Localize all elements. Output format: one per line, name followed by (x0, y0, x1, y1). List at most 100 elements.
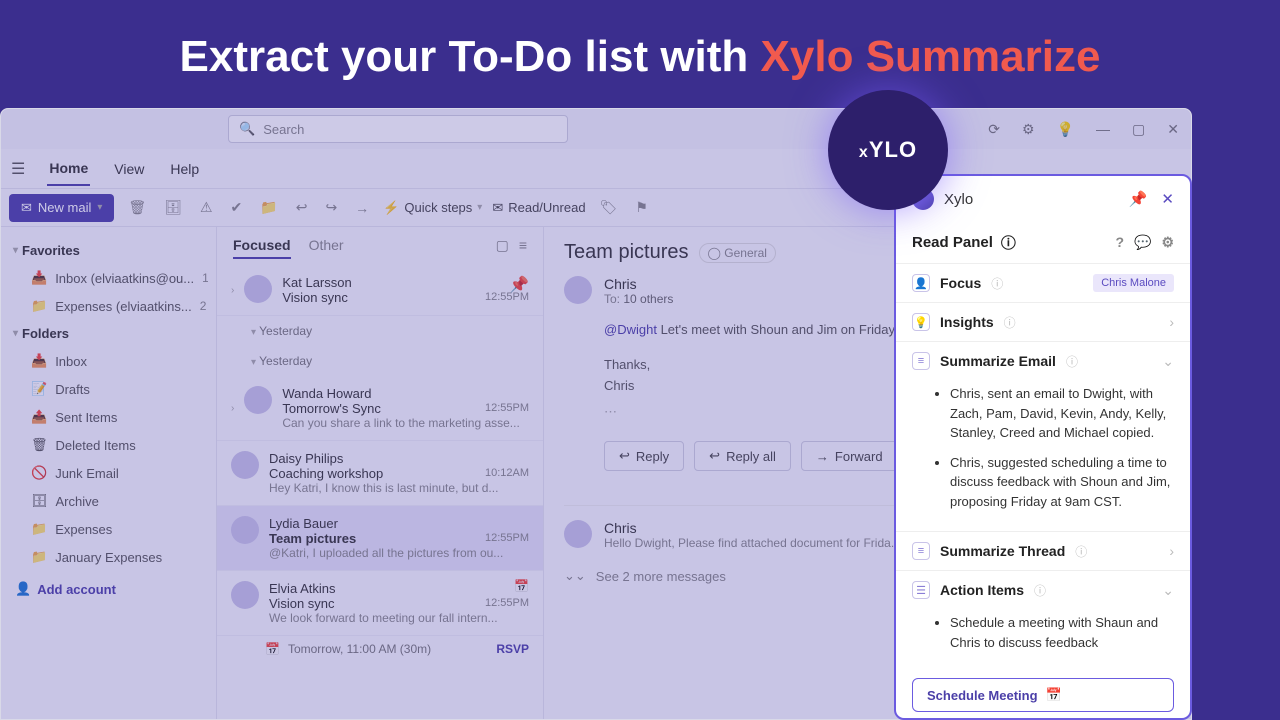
message-item-selected[interactable]: Lydia BauerTeam pictures@Katri, I upload… (217, 506, 543, 571)
forward-arrow-icon: → (816, 449, 829, 464)
focus-row[interactable]: 👤 Focusⓘ Chris Malone (896, 263, 1190, 302)
summarize-email-row[interactable]: ≡ Summarize Emailⓘ ⌄ (896, 341, 1190, 380)
reply-button[interactable]: ↩Reply (604, 441, 684, 471)
tab-other[interactable]: Other (309, 237, 344, 259)
message-item[interactable]: Elvia AtkinsVision syncWe look forward t… (217, 571, 543, 636)
folder-sidebar: ▾Favorites 📥Inbox (elviaatkins@ou...11 📁… (1, 227, 216, 719)
sidebar-item-archive[interactable]: 🗄Archive (9, 487, 208, 515)
new-mail-button[interactable]: ✉ New mail ▾ (9, 194, 114, 222)
message-item[interactable]: Daisy PhilipsCoaching workshopHey Katri,… (217, 441, 543, 506)
feedback-icon[interactable]: 💬 (1134, 234, 1151, 251)
avatar (231, 451, 259, 479)
chevron-down-icon: ⌄ (1162, 582, 1174, 599)
avatar (244, 275, 272, 303)
bolt-icon: ⚡ (383, 200, 399, 216)
close-icon[interactable]: ✕ (1167, 121, 1179, 138)
focus-person-chip[interactable]: Chris Malone (1093, 274, 1174, 292)
tab-view[interactable]: View (112, 153, 146, 185)
xylo-logo-badge: xYLO (828, 90, 948, 210)
sweep-icon[interactable]: ✔ (227, 199, 247, 216)
sync-icon[interactable]: ⟳ (988, 121, 1000, 138)
list-icon: ☰ (912, 581, 930, 599)
action-items-content: Schedule a meeting with Shaun and Chris … (896, 609, 1190, 672)
sidebar-item-inbox[interactable]: 📥Inbox (9, 347, 208, 375)
tab-home[interactable]: Home (47, 152, 90, 186)
reply-arrow-icon: ↩ (619, 448, 630, 464)
chevron-right-icon: › (1169, 314, 1174, 330)
folders-section[interactable]: ▾Folders (9, 320, 208, 347)
rsvp-row: 📅 Tomorrow, 11:00 AM (30m) RSVP (217, 636, 543, 666)
category-tag[interactable]: ◯ General (699, 243, 776, 263)
settings-icon[interactable]: ⚙ (1022, 121, 1035, 138)
avatar (231, 516, 259, 544)
report-icon[interactable]: ⚠ (196, 199, 217, 216)
message-item[interactable]: › Wanda HowardTomorrow's SyncCan you sha… (217, 376, 543, 441)
filter-icon[interactable]: ≡ (519, 237, 527, 259)
person-add-icon: 👤 (15, 581, 31, 597)
add-account-button[interactable]: 👤Add account (9, 571, 208, 607)
sidebar-item-january[interactable]: 📁January Expenses (9, 543, 208, 571)
reply-all-arrow-icon: ↩ (709, 448, 720, 464)
sidebar-item-sent[interactable]: 📤Sent Items (9, 403, 208, 431)
thread-icon: ≡ (912, 542, 930, 560)
titlebar: 🔍 Search ⟳ ⚙ 💡 — ▢ ✕ (1, 109, 1191, 149)
reply-all-button[interactable]: ↩Reply all (694, 441, 791, 471)
summary-content: Chris, sent an email to Dwight, with Zac… (896, 380, 1190, 531)
reply-all-icon[interactable]: ↪ (321, 199, 341, 216)
avatar (244, 386, 272, 414)
avatar (564, 276, 592, 304)
read-panel-title: Read Panel (912, 234, 993, 251)
panel-brand: Xylo (944, 191, 973, 208)
tips-icon[interactable]: 💡 (1057, 121, 1074, 138)
minimize-icon[interactable]: — (1096, 121, 1110, 138)
summary-icon: ≡ (912, 352, 930, 370)
insights-row[interactable]: 💡 Insightsⓘ › (896, 302, 1190, 341)
search-input[interactable]: 🔍 Search (228, 115, 568, 143)
forward-icon[interactable]: → (351, 200, 373, 216)
action-items-row[interactable]: ☰ Action Itemsⓘ ⌄ (896, 570, 1190, 609)
maximize-icon[interactable]: ▢ (1132, 121, 1145, 138)
move-icon[interactable]: 📁 (256, 199, 281, 216)
sidebar-item-inbox-fav[interactable]: 📥Inbox (elviaatkins@ou...11 (9, 264, 208, 292)
calendar-icon: 📅 (1046, 687, 1062, 703)
reply-icon[interactable]: ↩ (292, 199, 312, 216)
search-icon: 🔍 (239, 121, 255, 137)
schedule-meeting-button[interactable]: Schedule Meeting 📅 (912, 678, 1174, 712)
gear-icon[interactable]: ⚙ (1161, 234, 1174, 251)
bulb-icon: 💡 (912, 313, 930, 331)
sidebar-item-junk[interactable]: 🚫Junk Email (9, 459, 208, 487)
forward-button[interactable]: →Forward (801, 441, 898, 471)
sidebar-item-expenses-fav[interactable]: 📁Expenses (elviaatkins...2 (9, 292, 208, 320)
day-separator: ▾ Yesterday (217, 316, 543, 346)
tab-help[interactable]: Help (168, 153, 201, 185)
select-icon[interactable]: ▢ (496, 237, 509, 259)
tab-focused[interactable]: Focused (233, 237, 291, 259)
message-item[interactable]: › Kat LarssonVision sync 📌 12:55PM (217, 265, 543, 316)
summarize-thread-row[interactable]: ≡ Summarize Threadⓘ › (896, 531, 1190, 570)
info-icon[interactable]: ⓘ (1001, 232, 1016, 253)
avatar (231, 581, 259, 609)
rsvp-button[interactable]: RSVP (496, 642, 529, 656)
delete-icon[interactable]: 🗑 (124, 199, 150, 216)
tag-icon[interactable]: 🏷 (596, 199, 622, 216)
pin-icon[interactable]: 📌 (1129, 190, 1148, 208)
favorites-section[interactable]: ▾Favorites (9, 237, 208, 264)
quick-steps-button[interactable]: ⚡ Quick steps ▾ (383, 200, 482, 216)
hamburger-icon[interactable]: ☰ (11, 159, 25, 179)
chevron-double-down-icon: ⌄⌄ (564, 568, 586, 584)
message-list: Focused Other ▢ ≡ › Kat LarssonVision syn… (216, 227, 544, 719)
mention[interactable]: @Dwight (604, 322, 657, 337)
person-icon: 👤 (912, 274, 930, 292)
close-panel-icon[interactable]: ✕ (1161, 190, 1174, 208)
mail-icon: ✉ (21, 200, 32, 216)
chevron-right-icon: › (1169, 543, 1174, 559)
hero-headline: Extract your To-Do list with Xylo Summar… (0, 0, 1280, 100)
sidebar-item-deleted[interactable]: 🗑Deleted Items (9, 431, 208, 459)
read-unread-button[interactable]: ✉ Read/Unread (492, 200, 585, 216)
archive-icon[interactable]: 🗄 (160, 199, 186, 216)
sidebar-item-expenses[interactable]: 📁Expenses (9, 515, 208, 543)
calendar-icon: 📅 (514, 579, 529, 593)
sidebar-item-drafts[interactable]: 📝Drafts (9, 375, 208, 403)
flag-icon[interactable]: ⚑ (631, 199, 652, 216)
help-icon[interactable]: ? (1115, 234, 1124, 251)
